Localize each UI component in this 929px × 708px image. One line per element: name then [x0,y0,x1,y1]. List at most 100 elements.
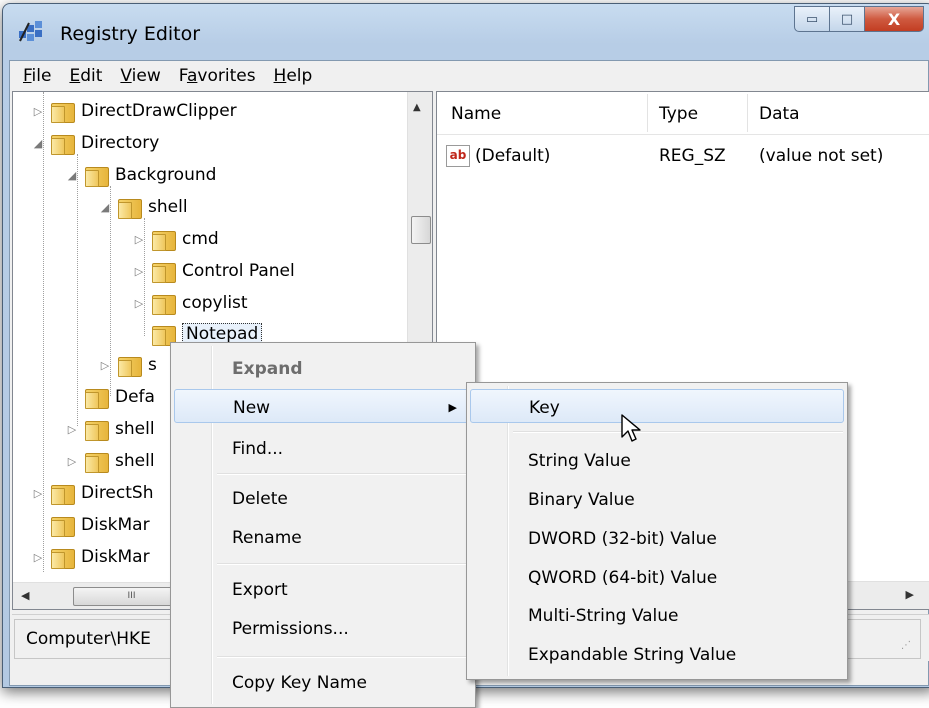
tree-item-label: copylist [182,293,248,313]
submenu-item-dword-value[interactable]: DWORD (32-bit) Value [470,521,844,555]
menu-help[interactable]: Help [265,66,322,86]
menu-item-find[interactable]: Find... [174,431,472,465]
expand-arrow-icon[interactable]: ▷ [132,233,146,246]
tree-item-label: Control Panel [182,261,295,281]
folder-icon [51,101,75,123]
minimize-button[interactable]: ▭ [794,6,830,32]
folder-icon [152,324,176,346]
submenu-item-multi-string-value[interactable]: Multi-String Value [470,598,844,632]
submenu-item-key[interactable]: Key [470,389,844,423]
expand-arrow-icon[interactable]: ▷ [132,297,146,310]
expand-arrow-icon[interactable]: ▷ [31,487,45,500]
tree-item[interactable]: ▷ shell [65,446,155,476]
scroll-right-icon[interactable]: ▶ [906,588,914,601]
folder-icon [85,165,109,187]
status-path: Computer\HKE [26,629,151,649]
expand-arrow-icon[interactable]: ▷ [65,455,79,468]
menu-favorites[interactable]: Favorites [170,66,265,86]
menu-item-export[interactable]: Export [174,572,472,606]
close-button[interactable]: X [865,6,924,32]
expand-arrow-icon[interactable]: ▷ [132,265,146,278]
value-type: REG_SZ [659,146,726,166]
tree-item-label: DiskMar [81,547,150,567]
menubar: File Edit View Favorites Help [10,61,928,91]
menu-file[interactable]: File [14,66,60,86]
expand-arrow-icon[interactable]: ▷ [31,105,45,118]
folder-icon [85,387,109,409]
tree-item[interactable]: ▷ cmd [132,224,219,254]
folder-icon [85,451,109,473]
folder-icon [152,261,176,283]
menu-view[interactable]: View [111,66,169,86]
tree-item-label: shell [115,419,155,439]
expand-arrow-icon[interactable]: ▷ [31,551,45,564]
tree-item-label: Background [115,165,217,185]
menu-separator [513,431,843,433]
menu-item-permissions[interactable]: Permissions... [174,611,472,645]
tree-item-label: Defa [115,387,155,407]
folder-icon [118,355,142,377]
maximize-icon: □ [840,11,854,27]
expand-arrow-icon[interactable]: ▷ [65,423,79,436]
tree-item-label: DirectSh [81,483,154,503]
registry-editor-icon [19,21,42,42]
expand-arrow-icon[interactable]: ▷ [98,359,112,372]
context-menu: Expand New ▶ Find... Delete Rename Export… [170,342,476,708]
tree-item[interactable]: ▷ DirectDrawClipper [31,96,237,126]
scroll-thumb[interactable] [411,216,431,244]
scroll-up-icon[interactable]: ▲ [413,102,421,113]
folder-icon [51,483,75,505]
submenu-item-string-value[interactable]: String Value [470,443,844,477]
folder-icon [51,133,75,155]
submenu-item-binary-value[interactable]: Binary Value [470,482,844,516]
menu-item-rename[interactable]: Rename [174,520,472,554]
mouse-pointer-icon [621,414,641,442]
folder-icon [51,515,75,537]
resize-grip-icon[interactable]: ⋰ [901,640,911,651]
folder-icon [85,419,109,441]
tree-item[interactable]: ▷ shell [65,414,155,444]
tree-item[interactable]: ▷ copylist [132,288,248,318]
caption-buttons: ▭ □ X [794,6,924,32]
new-submenu: Key String Value Binary Value DWORD (32-… [466,382,848,680]
value-name: (Default) [475,146,551,166]
tree-item[interactable]: ◢ Background [65,160,216,190]
tree-item-label: DirectDrawClipper [81,101,237,121]
submenu-item-expandable-string-value[interactable]: Expandable String Value [470,637,844,671]
tree-item[interactable]: DiskMar [31,510,150,540]
collapse-arrow-icon[interactable]: ◢ [65,169,79,182]
string-value-icon: ab [446,145,470,167]
tree-item-label: shell [115,451,155,471]
column-data[interactable]: Data [759,104,800,124]
menu-item-delete[interactable]: Delete [174,481,472,515]
column-type[interactable]: Type [659,104,698,124]
tree-item[interactable]: Defa [65,382,155,412]
close-icon: X [887,9,901,29]
folder-icon [152,229,176,251]
maximize-button[interactable]: □ [830,6,865,32]
column-name[interactable]: Name [451,104,501,124]
tree-item[interactable]: ◢ shell [98,192,188,222]
collapse-arrow-icon[interactable]: ◢ [98,201,112,214]
submenu-arrow-icon: ▶ [448,401,457,414]
minimize-icon: ▭ [805,11,819,27]
menu-item-new[interactable]: New ▶ [174,389,472,423]
collapse-arrow-icon[interactable]: ◢ [31,137,45,150]
menu-item-expand: Expand [232,359,303,379]
submenu-item-qword-value[interactable]: QWORD (64-bit) Value [470,560,844,594]
value-row[interactable]: ab (Default) REG_SZ (value not set) [437,144,929,170]
tree-item[interactable]: ▷ Control Panel [132,256,295,286]
tree-item[interactable]: ◢ Directory [31,128,159,158]
tree-item-label: Directory [81,133,160,153]
menu-item-copy-key-name[interactable]: Copy Key Name [174,665,472,699]
tree-item[interactable]: ▷ DirectSh [31,478,153,508]
tree-item[interactable]: ▷ DiskMar [31,542,150,572]
scroll-left-icon[interactable]: ◀ [21,589,29,602]
menu-separator [217,656,471,658]
tree-item-label: shell [148,197,188,217]
tree-item[interactable]: ▷ s [98,350,157,380]
value-data: (value not set) [759,146,884,166]
column-header: Name Type Data [437,92,929,135]
menu-separator [217,563,471,565]
menu-edit[interactable]: Edit [60,66,111,86]
